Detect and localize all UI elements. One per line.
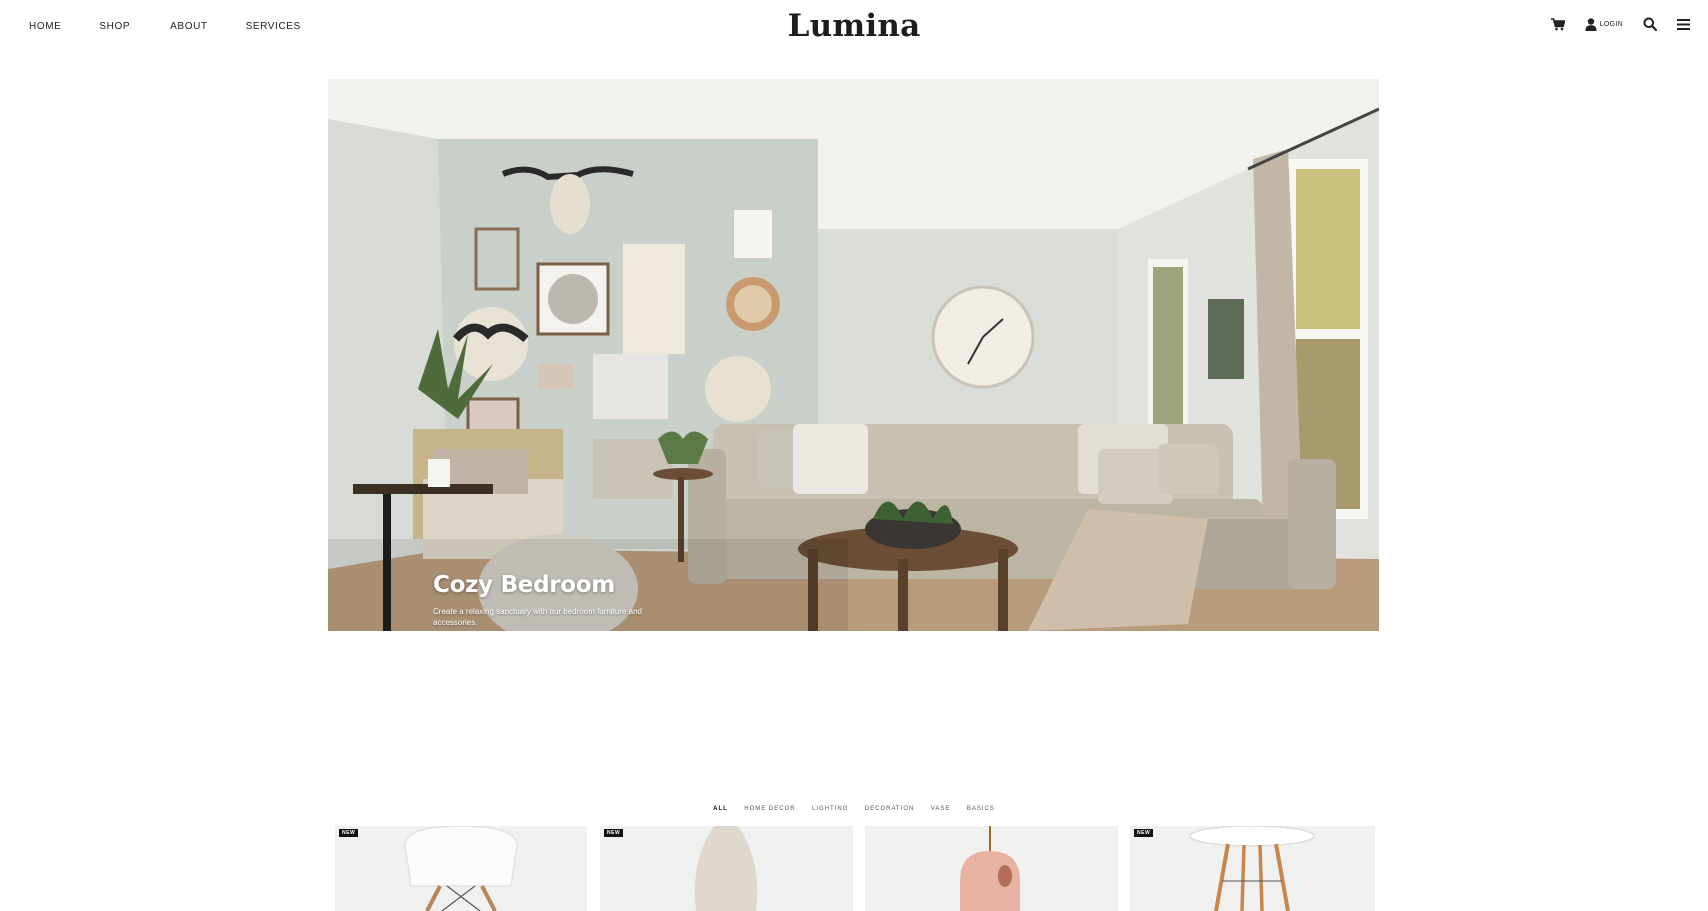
nav-about-link[interactable]: ABOUT <box>170 21 207 32</box>
header-icons: LOGIN <box>1531 17 1690 31</box>
login-button[interactable]: LOGIN <box>1585 17 1623 31</box>
hero-banner[interactable]: Cozy Bedroom Create a relaxing sanctuary… <box>328 79 1379 631</box>
cart-button[interactable] <box>1550 17 1565 31</box>
filter-lighting[interactable]: LIGHTING <box>812 806 848 812</box>
filter-home-decor[interactable]: HOME DECOR <box>744 806 795 812</box>
nav-services-link[interactable]: SERVICES <box>246 21 301 32</box>
user-icon <box>1585 17 1597 31</box>
new-badge: NEW <box>604 829 624 837</box>
cart-icon <box>1550 17 1565 30</box>
menu-icon <box>1677 18 1690 30</box>
vase-image <box>694 826 758 911</box>
search-button[interactable] <box>1643 17 1657 31</box>
login-label: LOGIN <box>1599 20 1623 28</box>
side-table-image <box>1189 826 1315 911</box>
filter-vase[interactable]: VASE <box>931 806 951 812</box>
hero-subtitle: Create a relaxing sanctuary with our bed… <box>433 607 642 627</box>
product-card-chair[interactable]: NEW <box>335 826 587 911</box>
menu-button[interactable] <box>1677 18 1690 30</box>
hero-image <box>328 79 1379 631</box>
new-badge: NEW <box>339 829 359 837</box>
product-card-pendant-lamp[interactable] <box>865 826 1118 911</box>
new-badge: NEW <box>1134 829 1154 837</box>
main-nav: HOME SHOP ABOUT SERVICES <box>29 21 339 32</box>
nav-home-link[interactable]: HOME <box>29 21 61 32</box>
product-card-side-table[interactable]: NEW <box>1130 826 1375 911</box>
nav-shop-link[interactable]: SHOP <box>99 21 130 32</box>
site-header: HOME SHOP ABOUT SERVICES Lumina LOGIN <box>0 0 1708 56</box>
hero-title: Cozy Bedroom <box>433 572 615 598</box>
product-filter-tabs: ALL HOME DECOR LIGHTING DECORATION VASE … <box>0 797 1708 815</box>
chair-image <box>404 826 518 911</box>
product-card-vase[interactable]: NEW <box>600 826 853 911</box>
filter-decoration[interactable]: DECORATION <box>865 806 915 812</box>
hero-caption: Cozy Bedroom Create a relaxing sanctuary… <box>433 572 643 628</box>
pendant-lamp-image <box>960 826 1020 911</box>
site-logo[interactable]: Lumina <box>788 8 921 44</box>
filter-all[interactable]: ALL <box>713 806 728 812</box>
search-icon <box>1643 17 1657 31</box>
filter-basics[interactable]: BASICS <box>967 806 995 812</box>
